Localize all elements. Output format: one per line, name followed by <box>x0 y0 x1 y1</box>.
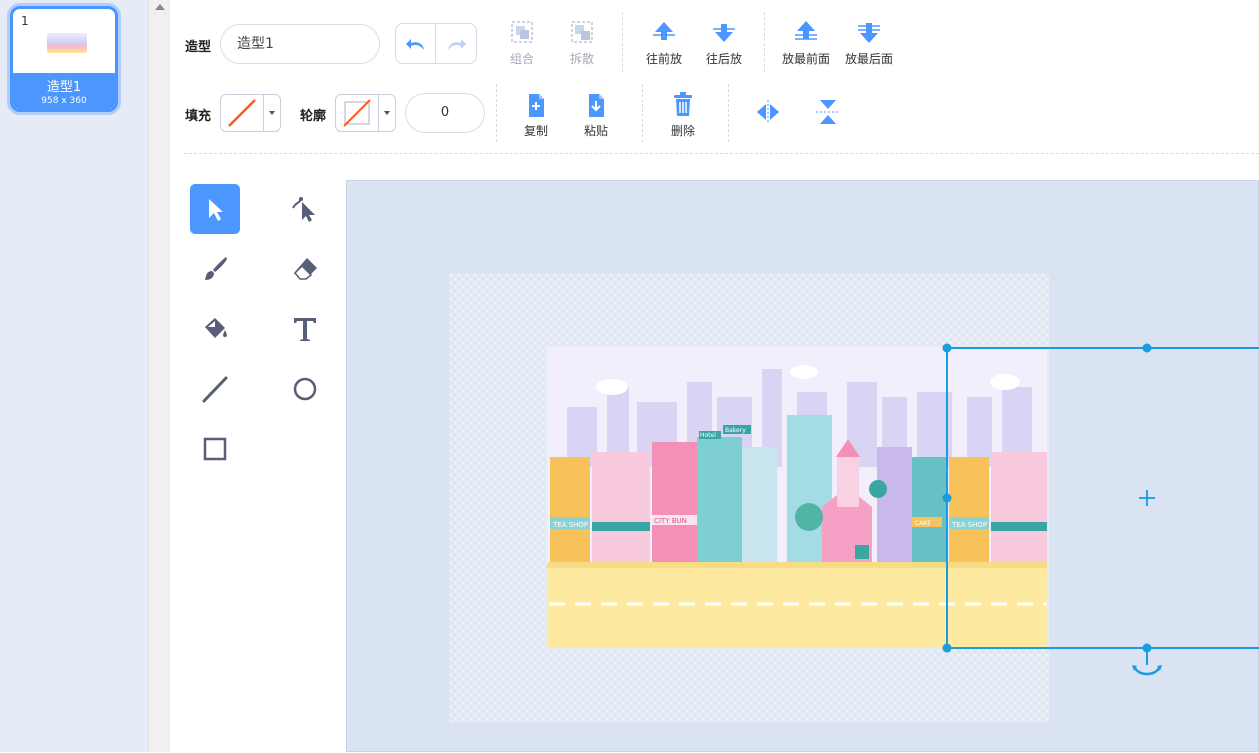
toolbar-separator <box>642 84 643 142</box>
costume-name-input[interactable]: 造型1 <box>220 24 380 64</box>
drawing-canvas[interactable]: TEA SHOP CITY BUN Hotel Bakery CAKE TEA … <box>346 180 1259 752</box>
delete-label: 删除 <box>670 124 695 138</box>
toolbar-separator <box>496 84 497 142</box>
rectangle-tool[interactable] <box>190 424 240 474</box>
outline-color-button[interactable] <box>335 94 396 132</box>
send-to-back-label: 放最后面 <box>844 52 893 66</box>
group-icon <box>511 21 533 43</box>
costume-card[interactable]: 1 造型1 958 x 360 <box>10 6 118 112</box>
costume-card-size: 958 x 360 <box>41 96 87 106</box>
paste-label: 粘贴 <box>583 124 608 138</box>
backward-button[interactable]: 往后放 <box>694 18 754 67</box>
arrow-down-icon <box>713 24 735 42</box>
costume-card-label: 造型1 958 x 360 <box>13 73 115 109</box>
costume-thumbnail <box>47 33 87 53</box>
paint-editor: 造型 造型1 组合 拆散 往前放 往后放 放最前面 放最后面 填充 轮廓 0 复… <box>170 0 1259 752</box>
send-to-back-icon <box>858 23 880 43</box>
costume-list-scrollbar[interactable] <box>148 0 170 752</box>
ungroup-label: 拆散 <box>569 52 594 66</box>
flip-vertical-button[interactable] <box>798 96 858 128</box>
outline-swatch <box>336 95 380 131</box>
toolbar-divider <box>184 153 1259 154</box>
outline-width-input[interactable]: 0 <box>405 93 485 133</box>
text-icon <box>294 318 316 341</box>
outline-label: 轮廓 <box>300 109 327 124</box>
flip-horizontal-icon <box>757 100 779 124</box>
fill-color-button[interactable] <box>220 94 281 132</box>
no-outline-icon <box>343 99 371 127</box>
toolbar-separator <box>764 12 765 72</box>
bring-to-front-button[interactable]: 放最前面 <box>776 18 836 67</box>
line-tool[interactable] <box>190 364 240 414</box>
text-tool[interactable] <box>280 304 330 354</box>
flip-vertical-icon <box>816 100 840 124</box>
resize-handle-bottom-left[interactable] <box>942 643 952 653</box>
fill-tool[interactable] <box>190 304 240 354</box>
fill-label: 填充 <box>185 109 212 124</box>
rectangle-icon <box>203 437 227 461</box>
resize-handle-top[interactable] <box>1142 343 1152 353</box>
eraser-icon <box>293 258 317 280</box>
reshape-tool[interactable] <box>280 184 330 234</box>
fill-swatch <box>221 95 265 131</box>
costume-list: 1 造型1 958 x 360 <box>0 0 148 752</box>
arrow-cursor-icon <box>209 199 223 221</box>
fill-dropdown-icon[interactable] <box>264 95 280 131</box>
resize-handle-left[interactable] <box>942 493 952 503</box>
outline-dropdown-icon[interactable] <box>379 95 395 131</box>
paste-icon <box>589 94 604 117</box>
costume-label: 造型 <box>185 40 212 55</box>
move-crosshair-icon[interactable] <box>1139 490 1155 506</box>
undo-icon <box>405 38 424 50</box>
paint-bucket-icon <box>205 318 227 338</box>
brush-icon <box>205 257 227 280</box>
arrow-up-icon <box>653 22 675 40</box>
ungroup-icon <box>571 21 593 43</box>
undo-redo-group <box>395 23 477 64</box>
rotate-handle-icon[interactable] <box>1132 648 1162 676</box>
toolbar-separator <box>622 12 623 72</box>
costume-number: 1 <box>21 14 29 28</box>
eraser-tool[interactable] <box>280 244 330 294</box>
ungroup-button[interactable]: 拆散 <box>552 18 612 67</box>
trash-icon <box>674 92 692 116</box>
forward-button[interactable]: 往前放 <box>634 18 694 67</box>
redo-button[interactable] <box>436 24 476 63</box>
circle-icon <box>293 377 317 401</box>
group-label: 组合 <box>509 52 534 66</box>
scroll-up-arrow-icon[interactable] <box>155 4 165 10</box>
circle-tool[interactable] <box>280 364 330 414</box>
copy-label: 复制 <box>523 124 548 138</box>
copy-icon <box>529 94 544 117</box>
backward-label: 往后放 <box>705 52 742 66</box>
forward-label: 往前放 <box>645 52 682 66</box>
select-tool[interactable] <box>190 184 240 234</box>
bring-to-front-label: 放最前面 <box>781 52 830 66</box>
delete-button[interactable]: 删除 <box>653 90 713 139</box>
redo-icon <box>448 38 466 50</box>
reshape-cursor-icon <box>292 197 315 222</box>
line-icon <box>202 376 228 403</box>
resize-handle-top-left[interactable] <box>942 343 952 353</box>
flip-horizontal-button[interactable] <box>738 96 798 128</box>
selection-box[interactable] <box>347 181 1259 753</box>
bring-to-front-icon <box>795 21 817 40</box>
group-button[interactable]: 组合 <box>492 18 552 67</box>
send-to-back-button[interactable]: 放最后面 <box>839 18 899 67</box>
paste-button[interactable]: 粘贴 <box>566 90 626 139</box>
brush-tool[interactable] <box>190 244 240 294</box>
toolbar-separator <box>728 84 729 142</box>
undo-button[interactable] <box>396 24 437 63</box>
costume-card-name: 造型1 <box>46 80 82 95</box>
no-color-icon <box>228 99 257 127</box>
copy-button[interactable]: 复制 <box>506 90 566 139</box>
